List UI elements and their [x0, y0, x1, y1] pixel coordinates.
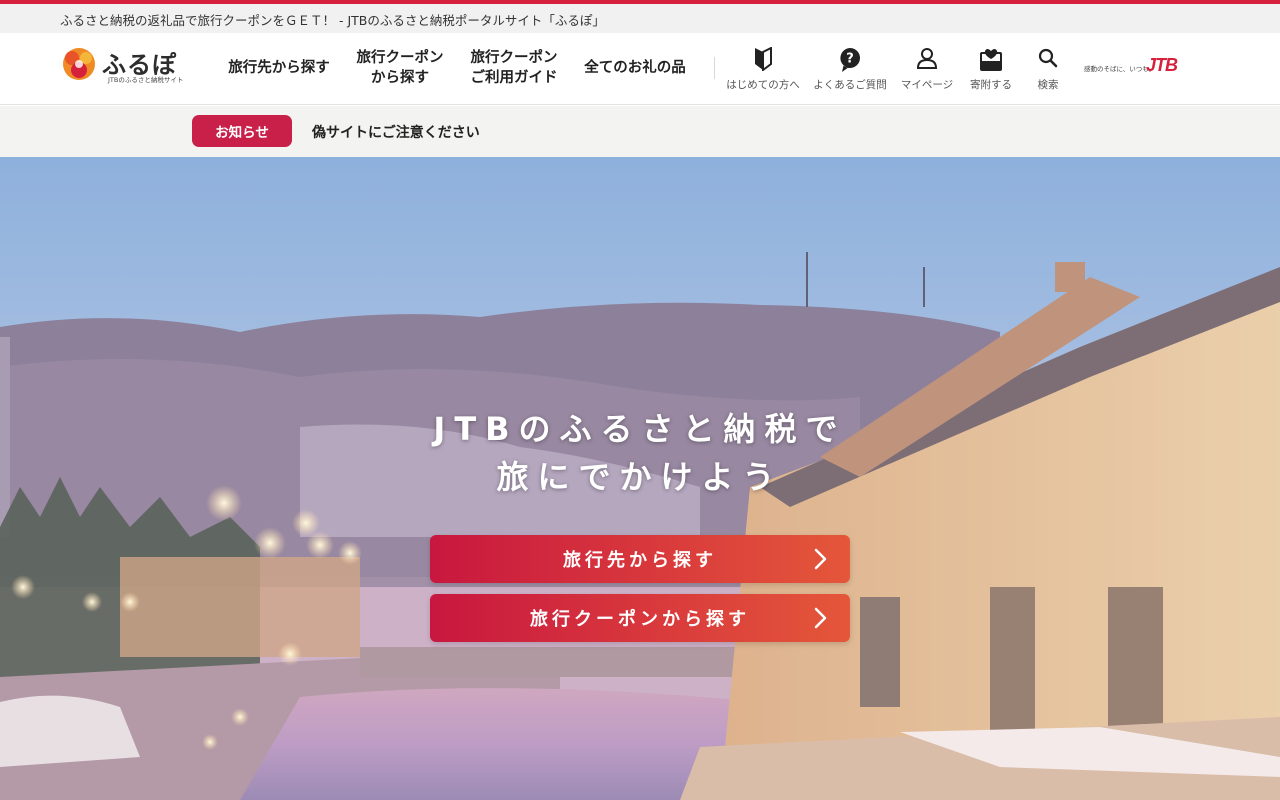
furupo-logo[interactable]: ふるぽ JTBのふるさと納税サイト	[58, 43, 183, 95]
nav-label: 旅行先から探す	[228, 60, 330, 77]
nav-label-line1: 旅行クーポン	[470, 50, 558, 67]
jtb-logo: JTB	[1146, 55, 1178, 75]
util-beginners[interactable]: はじめての方へ	[723, 47, 803, 93]
jtb-slogan: 感動のそばに、いつも。	[1084, 65, 1156, 73]
hero-title-line2: 旅にでかけよう	[496, 458, 784, 496]
nav-search-coupon[interactable]: 旅行クーポン から探す	[350, 47, 450, 91]
cta-search-coupon-button[interactable]: 旅行クーポンから探す	[430, 594, 850, 642]
util-label: はじめての方へ	[726, 79, 800, 91]
nav-label-line2: から探す	[371, 70, 429, 86]
cta-label: 旅行クーポンから探す	[530, 609, 750, 630]
svg-text:?: ?	[846, 52, 854, 67]
logo-mark-icon	[63, 48, 95, 80]
site-header: ふるぽ JTBのふるさと納税サイト 旅行先から探す 旅行クーポン から探す 旅行…	[0, 33, 1280, 105]
cta-search-destination-button[interactable]: 旅行先から探す	[430, 535, 850, 583]
nav-all-gifts[interactable]: 全てのお礼の品	[580, 47, 690, 91]
util-label: よくあるご質問	[813, 79, 887, 91]
tagline-bar: ふるさと納税の返礼品で旅行クーポンをＧＥＴ！ - JTBのふるさと納税ポータルサ…	[0, 4, 1280, 33]
nav-label: 全てのお礼の品	[584, 60, 686, 77]
notice-bar: お知らせ 偽サイトにご注意ください	[0, 106, 1280, 157]
donate-icon	[980, 49, 1002, 71]
search-icon	[1038, 48, 1058, 68]
site-tagline: ふるさと納税の返礼品で旅行クーポンをＧＥＴ！ - JTBのふるさと納税ポータルサ…	[60, 13, 605, 28]
beginner-mark-icon	[755, 47, 772, 71]
nav-divider	[714, 57, 715, 79]
util-label: 検索	[1037, 79, 1059, 91]
util-faq[interactable]: ? よくあるご質問	[810, 47, 890, 93]
util-search[interactable]: 検索	[1008, 47, 1088, 93]
jtb-logo-link[interactable]: 感動のそばに、いつも。 JTB	[1084, 55, 1184, 79]
nav-coupon-guide[interactable]: 旅行クーポン ご利用ガイド	[464, 47, 564, 91]
notice-link[interactable]: 偽サイトにご注意ください	[312, 122, 480, 142]
logo-subtitle: JTBのふるさと納税サイト	[108, 76, 184, 84]
hero-title-line1: JTBのふるさと納税で	[433, 410, 847, 448]
chevron-right-icon	[814, 548, 827, 570]
notice-badge: お知らせ	[192, 115, 292, 147]
nav-label-line1: 旅行クーポン	[356, 50, 444, 67]
hero-title: JTBのふるさと納税で 旅にでかけよう	[0, 405, 1280, 501]
nav-label-line2: ご利用ガイド	[470, 70, 558, 86]
question-icon: ?	[840, 48, 860, 72]
user-icon	[916, 48, 938, 69]
cta-label: 旅行先から探す	[563, 550, 717, 571]
hero-section: JTBのふるさと納税で 旅にでかけよう 旅行先から探す 旅行クーポンから探す	[0, 157, 1280, 800]
nav-search-destination[interactable]: 旅行先から探す	[224, 47, 334, 91]
chevron-right-icon	[814, 607, 827, 629]
